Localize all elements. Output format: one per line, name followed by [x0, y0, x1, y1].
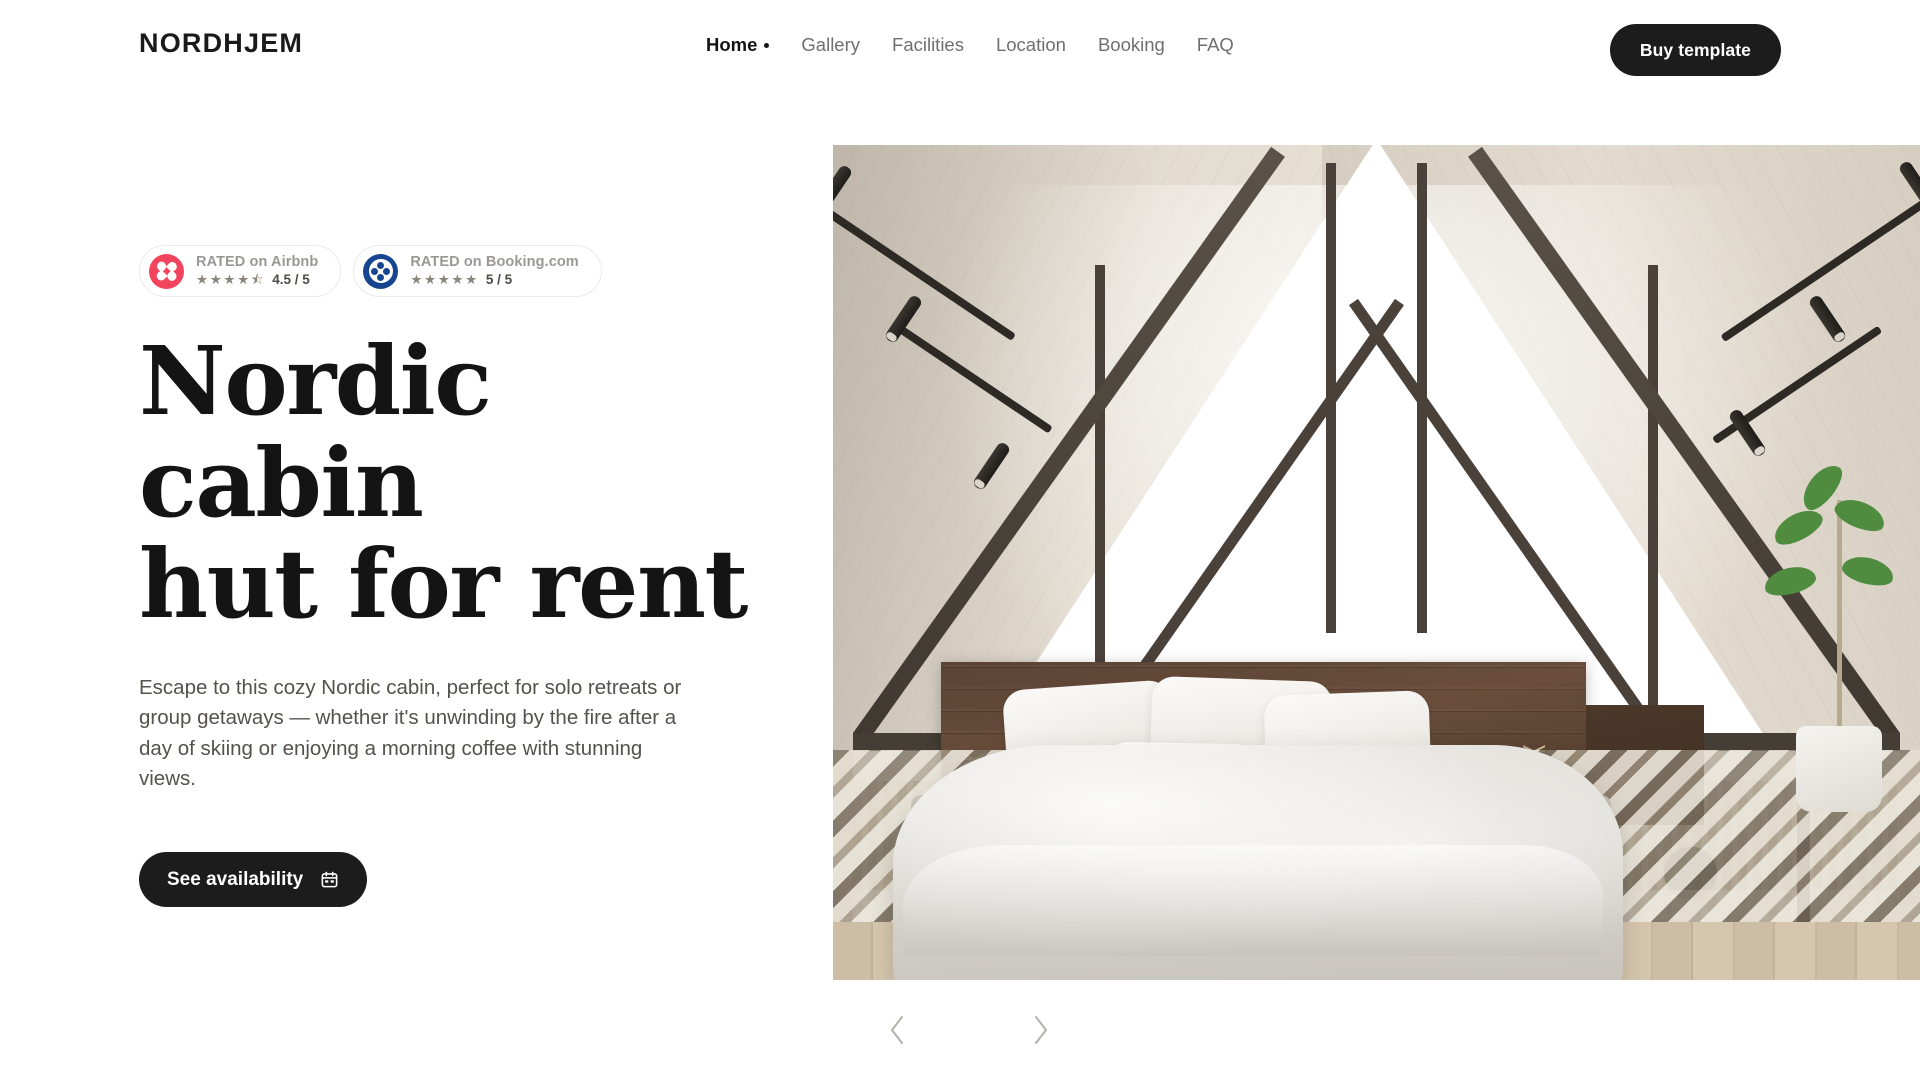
nav-item-booking[interactable]: Booking [1082, 35, 1181, 55]
nav-item-faq[interactable]: FAQ [1181, 35, 1250, 55]
headline-line-1: Nordic cabin [139, 326, 492, 539]
main-navigation: Home Gallery Facilities Location Booking… [690, 34, 1250, 55]
badge-title: RATED on Booking.com [410, 253, 579, 270]
plant-pot [1796, 726, 1882, 812]
calendar-icon [321, 871, 338, 888]
rating-badge-booking[interactable]: RATED on Booking.com ★★★★★ 5 / 5 [353, 245, 602, 297]
badge-score: 5 / 5 [485, 271, 513, 287]
badge-title: RATED on Airbnb [196, 253, 319, 270]
hero-image[interactable] [833, 145, 1920, 980]
rating-badge-airbnb[interactable]: RATED on Airbnb ★★★★⯪ 4.5 / 5 [139, 245, 342, 297]
star-rating-icon: ★★★★★ [410, 272, 479, 288]
chevron-right-icon [1034, 1016, 1047, 1044]
carousel-next-button[interactable] [1025, 1008, 1057, 1052]
badge-score: 4.5 / 5 [272, 271, 310, 287]
duvet-fold [903, 845, 1603, 955]
window-mullion [1648, 265, 1658, 735]
see-availability-label: See availability [167, 868, 304, 890]
see-availability-button[interactable]: See availability [139, 852, 368, 908]
nav-item-gallery[interactable]: Gallery [785, 35, 876, 55]
image-carousel-controls [833, 980, 1104, 1080]
cabin-interior-illustration [833, 145, 1920, 980]
chevron-left-icon [890, 1016, 903, 1044]
airbnb-logo-icon [149, 253, 184, 289]
landing-page: NORDHJEM Home Gallery Facilities Locatio… [0, 0, 1920, 1080]
badge-text: RATED on Booking.com ★★★★★ 5 / 5 [410, 253, 579, 288]
nav-item-home[interactable]: Home [690, 34, 785, 55]
bottom-white-strip [0, 980, 833, 1080]
hero-description: Escape to this cozy Nordic cabin, perfec… [139, 675, 682, 790]
hero-content: RATED on Airbnb ★★★★⯪ 4.5 / 5 RATED on B… [139, 245, 759, 908]
badge-rating: ★★★★⯪ 4.5 / 5 [196, 271, 318, 288]
booking-logo-icon [363, 253, 399, 289]
page-title: Nordic cabin hut for rent [139, 331, 759, 636]
site-header: NORDHJEM Home Gallery Facilities Locatio… [0, 0, 1920, 100]
rating-badges: RATED on Airbnb ★★★★⯪ 4.5 / 5 RATED on B… [139, 245, 759, 297]
badge-rating: ★★★★★ 5 / 5 [410, 271, 578, 288]
nav-item-location[interactable]: Location [980, 35, 1082, 55]
nav-item-label: Home [706, 34, 758, 55]
nav-item-facilities[interactable]: Facilities [876, 35, 980, 55]
brand-logo[interactable]: NORDHJEM [139, 30, 303, 57]
active-dot-icon [764, 42, 770, 48]
carousel-prev-button[interactable] [881, 1008, 913, 1052]
badge-text: RATED on Airbnb ★★★★⯪ 4.5 / 5 [196, 253, 319, 288]
star-rating-icon: ★★★★⯪ [196, 272, 266, 288]
plant-stem [1837, 500, 1842, 730]
hero-notch-cutout [1104, 980, 1920, 1080]
buy-template-button[interactable]: Buy template [1609, 24, 1781, 76]
headline-line-2: hut for rent [139, 529, 748, 641]
